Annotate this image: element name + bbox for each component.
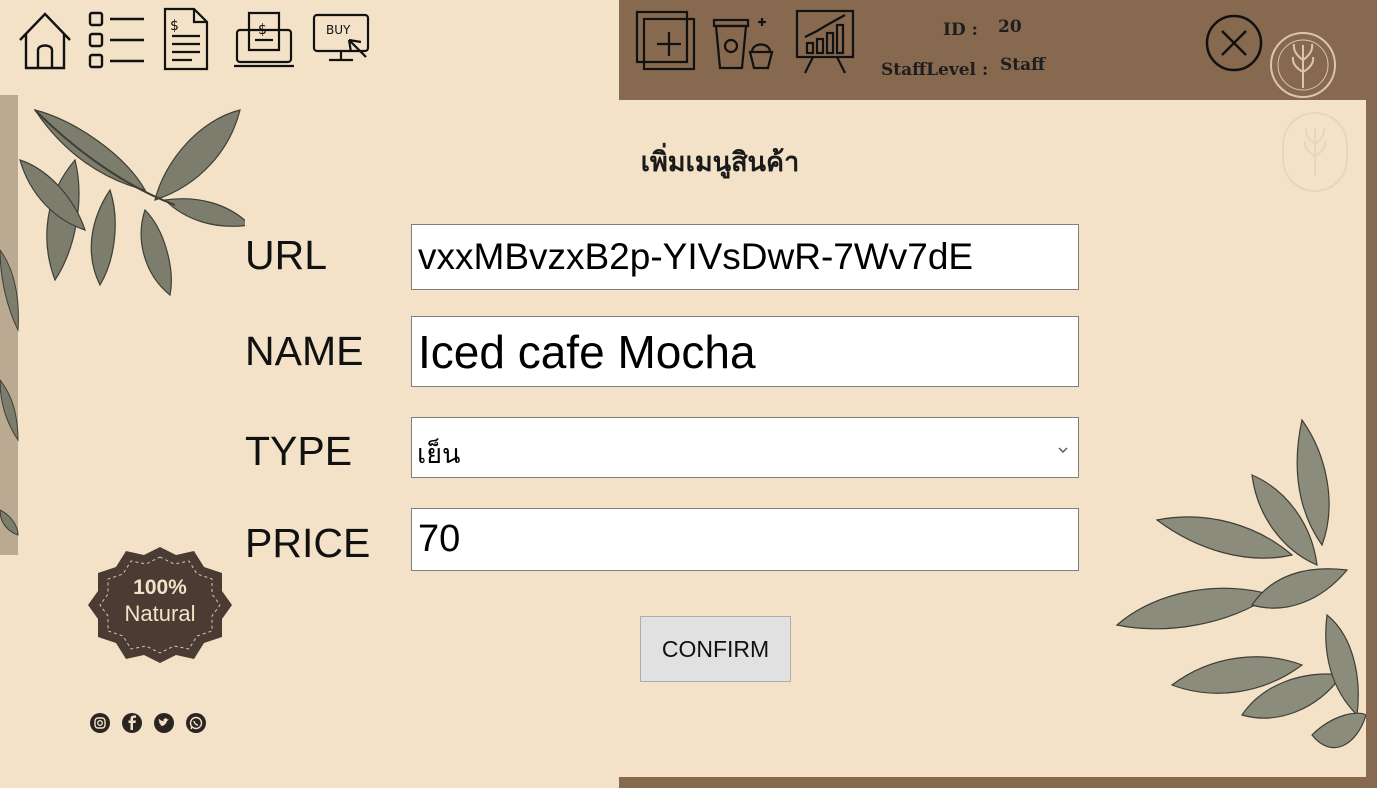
buy-icon[interactable]: BUY xyxy=(311,12,373,66)
leaf-decoration-top-left xyxy=(19,109,245,297)
instagram-icon[interactable] xyxy=(90,713,110,733)
chart-icon[interactable] xyxy=(795,9,857,75)
staff-level-value: Staff xyxy=(1000,55,1046,75)
svg-text:$: $ xyxy=(170,18,179,34)
twitter-icon[interactable] xyxy=(154,713,174,733)
facebook-icon[interactable] xyxy=(122,713,142,733)
type-selected-value: เย็น xyxy=(417,439,461,469)
name-label: NAME xyxy=(245,328,364,374)
id-value: 20 xyxy=(998,17,1022,37)
url-input[interactable] xyxy=(412,225,1078,289)
url-label: URL xyxy=(245,232,328,278)
price-label: PRICE xyxy=(245,520,371,566)
svg-text:$: $ xyxy=(258,22,267,38)
coffee-cake-icon[interactable] xyxy=(710,12,774,72)
leaf-decoration-left-edge xyxy=(0,249,19,536)
type-select[interactable]: เย็น xyxy=(411,417,1079,478)
name-input[interactable] xyxy=(412,317,1078,386)
logo-seal-panel xyxy=(1282,112,1348,192)
natural-badge: 100% Natural xyxy=(88,545,232,665)
badge-natural: Natural xyxy=(124,601,196,626)
chevron-down-icon[interactable] xyxy=(1058,441,1068,459)
receipt-icon[interactable]: $ xyxy=(233,10,295,68)
home-icon[interactable] xyxy=(16,8,74,70)
badge-percent: 100% xyxy=(133,576,187,599)
url-field[interactable] xyxy=(411,224,1079,290)
type-label: TYPE xyxy=(245,428,353,474)
document-icon[interactable]: $ xyxy=(162,6,210,72)
list-icon[interactable] xyxy=(88,10,146,70)
bottom-brown-edge xyxy=(619,777,1377,788)
staff-level-label: StaffLevel : xyxy=(881,60,989,80)
id-label: ID : xyxy=(943,20,978,40)
confirm-button[interactable]: CONFIRM xyxy=(640,616,791,682)
add-icon[interactable] xyxy=(635,10,697,72)
leaf-decoration-bottom-right xyxy=(1115,418,1366,748)
name-field[interactable] xyxy=(411,316,1079,387)
page-title: เพิ่มเมนูสินค้า xyxy=(640,147,800,177)
close-icon[interactable] xyxy=(1204,13,1264,73)
logo-seal-top xyxy=(1270,32,1336,98)
whatsapp-icon[interactable] xyxy=(186,713,206,733)
buy-icon-text: BUY xyxy=(326,23,351,37)
right-brown-edge xyxy=(1366,0,1377,788)
price-field[interactable] xyxy=(411,508,1079,571)
price-input[interactable] xyxy=(412,509,1078,570)
